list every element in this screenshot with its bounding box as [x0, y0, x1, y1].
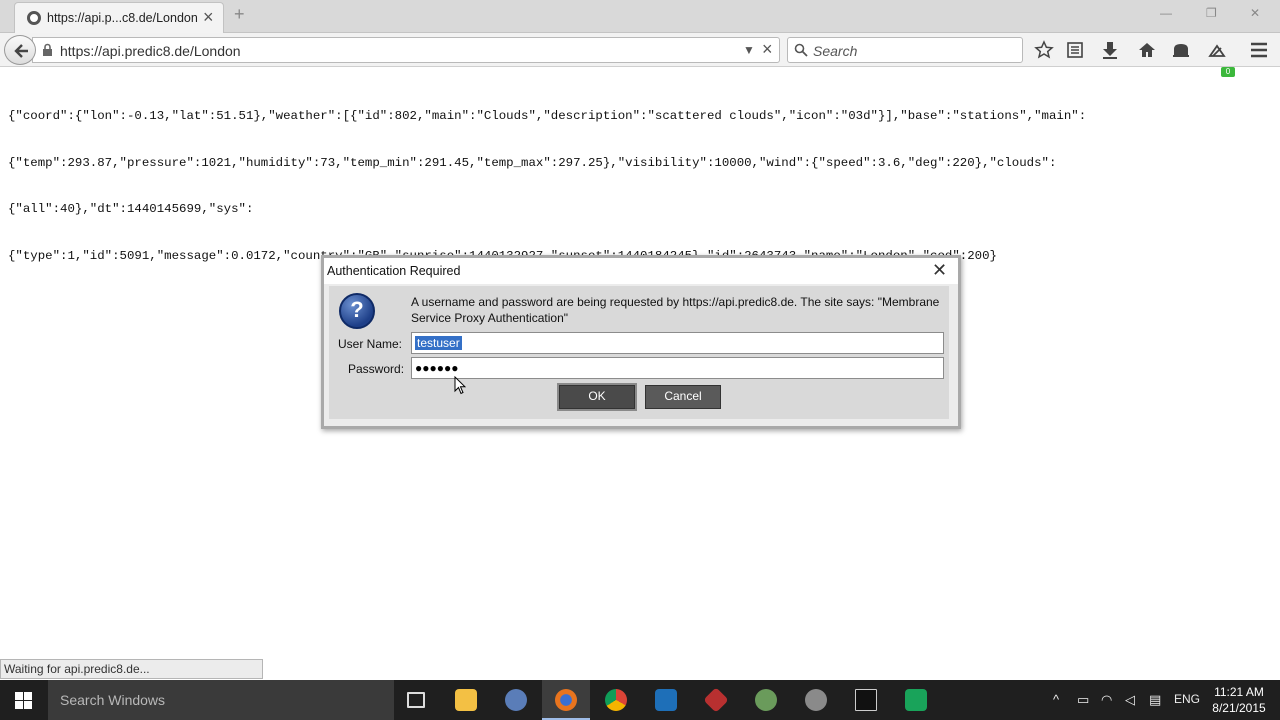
downloads-icon[interactable] [1100, 40, 1120, 60]
search-bar[interactable]: Search [787, 37, 1023, 63]
intellij-icon [655, 689, 677, 711]
notification-icon[interactable]: ▤ [1149, 692, 1161, 708]
clock-date: 8/21/2015 [1212, 701, 1266, 715]
loading-icon [27, 11, 41, 25]
taskbar-intellij[interactable] [642, 680, 690, 720]
extension-badge: 0 [1221, 67, 1235, 77]
address-bar[interactable]: https://api.predic8.de/London ▼ × [32, 37, 780, 63]
taskbar-search[interactable]: Search Windows [48, 680, 394, 720]
firefox-icon [555, 689, 577, 711]
close-window-icon[interactable]: ✕ [1250, 6, 1260, 20]
clock[interactable]: 11:21 AM 8/21/2015 [1204, 684, 1274, 716]
extension-icon[interactable] [1207, 40, 1227, 60]
clock-time: 11:21 AM [1214, 685, 1264, 699]
network-icon[interactable]: ▭ [1077, 692, 1089, 708]
chrome-icon [605, 689, 627, 711]
taskbar-app-10[interactable] [892, 680, 940, 720]
taskbar-app-8[interactable] [792, 680, 840, 720]
password-field[interactable]: ●●●●●● [411, 357, 944, 379]
dialog-message: A username and password are being reques… [411, 295, 940, 325]
authentication-dialog: Authentication Required ✕ ? A username a… [321, 255, 961, 429]
tab-strip: https://api.p...c8.de/London × + — ❐ ✕ [0, 0, 1280, 33]
taskbar-chrome[interactable] [592, 680, 640, 720]
taskbar-firefox[interactable] [542, 680, 590, 720]
username-field[interactable]: testuser [411, 332, 944, 354]
windows-taskbar: Search Windows ^ ▭ ◠ ◁ ▤ ENG 11:21 AM 8/… [0, 680, 1280, 720]
json-line: {"coord":{"lon":-0.13,"lat":51.51},"weat… [8, 109, 1087, 123]
search-icon [794, 43, 808, 57]
navigation-toolbar: https://api.predic8.de/London ▼ × Search… [0, 33, 1280, 77]
addon-icon[interactable] [1171, 40, 1191, 60]
taskbar-app-2[interactable] [492, 680, 540, 720]
windows-logo-icon [15, 692, 32, 709]
wifi-icon[interactable]: ◠ [1101, 692, 1112, 708]
back-button[interactable] [4, 35, 36, 65]
stop-icon[interactable]: × [762, 39, 773, 60]
search-placeholder: Search [813, 43, 858, 59]
password-label: Password: [348, 362, 405, 376]
close-tab-icon[interactable]: × [203, 8, 214, 26]
gear-icon [805, 689, 827, 711]
json-line: {"all":40},"dt":1440145699,"sys": [8, 202, 254, 216]
volume-icon[interactable]: ◁ [1125, 692, 1135, 708]
minimize-icon[interactable]: — [1160, 6, 1172, 20]
app-icon [755, 689, 777, 711]
dialog-close-icon[interactable]: ✕ [932, 260, 947, 281]
task-view-icon [407, 692, 425, 708]
ok-button[interactable]: OK [557, 383, 637, 411]
taskbar-file-explorer[interactable] [442, 680, 490, 720]
back-arrow-icon [14, 44, 28, 58]
hamburger-menu-icon[interactable] [1249, 40, 1269, 60]
home-icon[interactable] [1137, 40, 1157, 60]
json-response: {"coord":{"lon":-0.13,"lat":51.51},"weat… [8, 78, 1272, 280]
start-button[interactable] [0, 680, 48, 720]
terminal-icon [855, 689, 877, 711]
taskbar-app-7[interactable] [742, 680, 790, 720]
folder-icon [455, 689, 477, 711]
username-value: testuser [415, 336, 462, 350]
language-indicator[interactable]: ENG [1174, 692, 1200, 706]
app-icon [905, 689, 927, 711]
lock-icon [43, 43, 52, 56]
question-icon: ? [339, 293, 375, 329]
taskbar-search-text: Search Windows [60, 692, 166, 708]
dialog-title: Authentication Required [327, 264, 461, 278]
status-bar: Waiting for api.predic8.de... [0, 659, 263, 679]
password-value: ●●●●●● [415, 361, 459, 375]
tab-title: https://api.p...c8.de/London [47, 11, 198, 25]
task-view-button[interactable] [392, 680, 440, 720]
dialog-content: ? A username and password are being requ… [329, 286, 949, 419]
maximize-icon[interactable]: ❐ [1206, 6, 1217, 20]
url-text[interactable]: https://api.predic8.de/London [60, 43, 241, 59]
mouse-cursor-icon [454, 376, 466, 395]
username-label: User Name: [338, 337, 403, 351]
taskbar-cmd[interactable] [842, 680, 890, 720]
cancel-button[interactable]: Cancel [645, 385, 721, 409]
bookmark-star-icon[interactable] [1034, 40, 1054, 60]
json-line: {"temp":293.87,"pressure":1021,"humidity… [8, 155, 1057, 170]
app-icon [505, 689, 527, 711]
bookmarks-menu-icon[interactable] [1065, 40, 1085, 60]
browser-tab[interactable]: https://api.p...c8.de/London × [14, 2, 224, 33]
taskbar-app-6[interactable] [692, 680, 740, 720]
history-dropdown-icon[interactable]: ▼ [743, 43, 755, 57]
tray-chevron-icon[interactable]: ^ [1053, 692, 1059, 707]
app-icon [703, 687, 729, 713]
new-tab-icon[interactable]: + [234, 4, 245, 25]
dialog-titlebar[interactable]: Authentication Required ✕ [324, 258, 958, 284]
